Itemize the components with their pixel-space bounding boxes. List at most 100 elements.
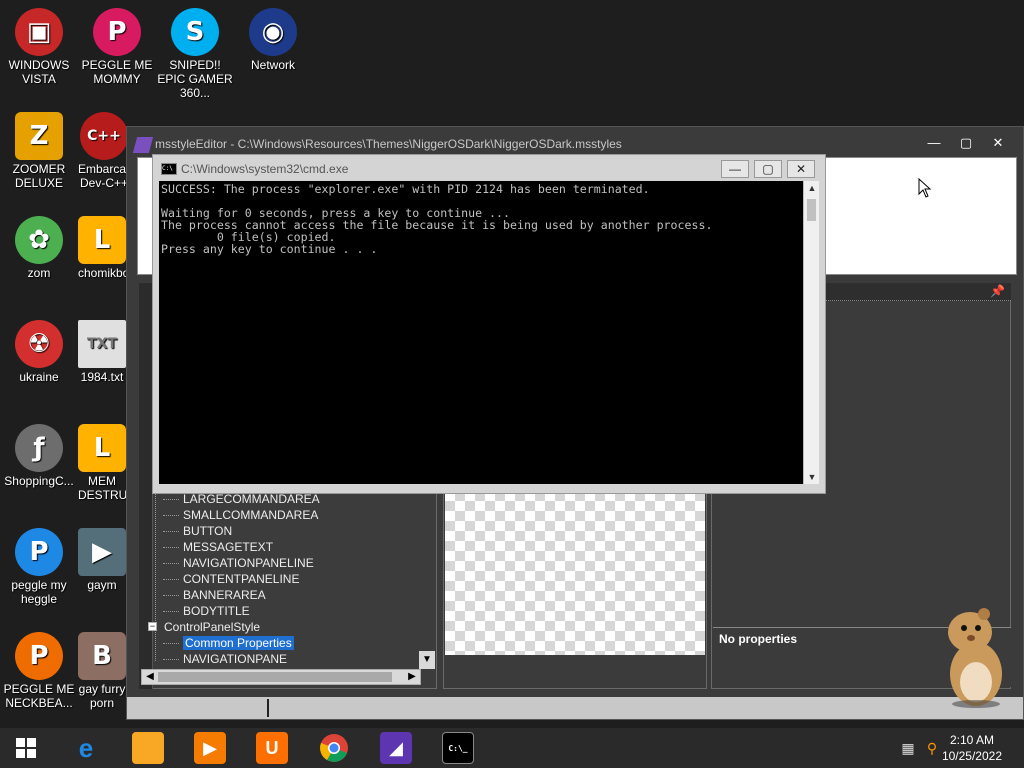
bear-icon: B xyxy=(78,632,126,680)
desktop-icon-1984-txt[interactable]: TXT 1984.txt xyxy=(78,320,126,384)
flash-icon: ƒ xyxy=(15,424,63,472)
desktop-icon-ukraine[interactable]: ☢ ukraine xyxy=(0,320,78,384)
image-preview xyxy=(445,491,705,655)
tree-item[interactable]: BUTTON xyxy=(143,523,423,539)
scroll-right-icon[interactable]: ▶ xyxy=(404,670,420,684)
desktop-icon-label: ShoppingC... xyxy=(4,474,74,488)
tree-scroll-down-icon[interactable]: ▼ xyxy=(419,651,435,669)
media-icon[interactable]: ▶ xyxy=(194,732,226,764)
desktop-icon-label: ukraine xyxy=(19,370,59,384)
desktop: ▣ WINDOWS VISTA Z ZOOMER DELUXE ✿ zom ☢ … xyxy=(0,0,1024,728)
peggle-icon: P xyxy=(93,8,141,56)
clock-date: 10/25/2022 xyxy=(941,749,1002,763)
desktop-icon-label: ZOOMER DELUXE xyxy=(12,162,66,190)
pin-icon[interactable]: 📌 xyxy=(990,284,1005,298)
desktop-icon-sniped[interactable]: S SNIPED!! EPIC GAMER 360... xyxy=(156,8,234,100)
desktop-icon-label: SNIPED!! EPIC GAMER 360... xyxy=(157,58,233,100)
minimize-button[interactable]: — xyxy=(919,133,949,153)
desktop-icon-label: WINDOWS VISTA xyxy=(8,58,70,86)
desktop-icon-label: peggle my heggle xyxy=(11,578,67,606)
cmd-titlebar[interactable]: C:\ C:\Windows\system32\cmd.exe — ▢ ✕ xyxy=(153,155,825,181)
msstyleeditor-icon xyxy=(132,137,154,153)
cmd-title: C:\Windows\system32\cmd.exe xyxy=(181,162,349,176)
tree-item[interactable]: NAVIGATIONPANE xyxy=(143,651,423,667)
scrollbar-thumb[interactable] xyxy=(158,672,392,682)
desktop-icon-peggle-my-heggle[interactable]: P peggle my heggle xyxy=(0,528,78,606)
cmd-minimize-button[interactable]: — xyxy=(721,160,749,178)
desktop-icon-gay-furry[interactable]: B gay furry porn xyxy=(78,632,126,710)
desktop-icon-zoomer-deluxe[interactable]: Z ZOOMER DELUXE xyxy=(0,112,78,190)
desktop-icon-network[interactable]: ◉ Network xyxy=(234,8,312,72)
cmd-icon[interactable]: C:\_ xyxy=(442,732,474,764)
tree-item-parent[interactable]: − ControlPanelStyle xyxy=(143,619,423,635)
maximize-button[interactable]: ▢ xyxy=(951,133,981,153)
zoomer-icon: Z xyxy=(15,112,63,160)
radiation-icon: ☢ xyxy=(15,320,63,368)
peggle-icon: P xyxy=(15,632,63,680)
skype-icon: S xyxy=(171,8,219,56)
desktop-icon-label: chomikbox xyxy=(78,266,126,280)
scrollbar-thumb[interactable] xyxy=(807,199,816,221)
window-title: msstyleEditor - C:\Windows\Resources\The… xyxy=(155,137,622,151)
vista-icon: ▣ xyxy=(15,8,63,56)
scroll-up-icon[interactable]: ▲ xyxy=(804,181,820,195)
tree-item[interactable]: SMALLCOMMANDAREA xyxy=(143,507,423,523)
collapse-icon[interactable]: − xyxy=(148,622,157,631)
chrome-icon[interactable] xyxy=(318,732,350,764)
scroll-down-icon[interactable]: ▼ xyxy=(804,470,820,484)
desktop-icon-label: Embarcadero Dev-C++ xyxy=(78,162,130,190)
text-file-icon: TXT xyxy=(78,320,126,368)
clock[interactable]: 2:10 AM 10/25/2022 xyxy=(942,732,1002,764)
tree-item[interactable]: BODYTITLE xyxy=(143,603,423,619)
desktop-icon-windows-vista[interactable]: ▣ WINDOWS VISTA xyxy=(0,8,78,86)
close-button[interactable]: ✕ xyxy=(983,133,1013,153)
ie-icon[interactable]: e xyxy=(70,732,102,764)
uc-icon[interactable]: U xyxy=(256,732,288,764)
tree-horizontal-scrollbar[interactable]: ◀ ▶ xyxy=(141,669,421,685)
no-properties-text: No properties xyxy=(719,632,798,646)
desktop-icon-label: gay furry porn xyxy=(78,682,126,710)
taskbar: e ▶ U ◢ C:\_ ▦ ⚲ 2:10 AM 10/25/2022 xyxy=(0,728,1024,768)
windows-logo-icon xyxy=(16,738,36,758)
tree-item[interactable]: NAVIGATIONPANELINE xyxy=(143,555,423,571)
gaym-icon: ▶ xyxy=(78,528,126,576)
chomik-icon: L xyxy=(78,216,126,264)
peggle-icon: P xyxy=(15,528,63,576)
plant-icon: ✿ xyxy=(15,216,63,264)
cmd-close-button[interactable]: ✕ xyxy=(787,160,815,178)
desktop-icon-zom[interactable]: ✿ zom xyxy=(0,216,78,280)
scroll-left-icon[interactable]: ◀ xyxy=(142,670,158,684)
tree-item[interactable]: BANNERAREA xyxy=(143,587,423,603)
console-output[interactable]: SUCCESS: The process "explorer.exe" with… xyxy=(159,181,803,484)
desktop-icon-chomikbox[interactable]: L chomikbox xyxy=(78,216,126,280)
desktop-icon-label: PEGGLE ME NECKBEA... xyxy=(3,682,75,710)
cmd-window[interactable]: C:\ C:\Windows\system32\cmd.exe — ▢ ✕ SU… xyxy=(152,154,826,494)
desktop-icon-label: zom xyxy=(27,266,51,280)
search-icon[interactable]: ⚲ xyxy=(924,740,940,756)
devcpp-icon: C++ xyxy=(80,112,128,160)
desktop-icon-devcpp[interactable]: C++ Embarcadero Dev-C++ xyxy=(78,112,130,190)
desktop-icon-gaym[interactable]: ▶ gaym xyxy=(78,528,126,592)
desktop-icon-label: Network xyxy=(250,58,295,72)
tree-item[interactable]: CONTENTPANELINE xyxy=(143,571,423,587)
folder-icon[interactable] xyxy=(132,732,164,764)
desktop-icon-label: PEGGLE ME MOMMY xyxy=(81,58,153,86)
chrome-logo xyxy=(320,734,348,762)
cmd-maximize-button[interactable]: ▢ xyxy=(754,160,782,178)
start-button[interactable] xyxy=(10,732,42,764)
desktop-icon-mem-destruct[interactable]: L MEM DESTRUCT xyxy=(78,424,126,502)
class-tree[interactable]: LARGECOMMANDAREA SMALLCOMMANDAREA BUTTON… xyxy=(143,491,423,667)
console-scrollbar[interactable]: ▲ ▼ xyxy=(803,181,819,484)
status-bar xyxy=(127,697,1023,719)
desktop-icon-label: gaym xyxy=(87,578,117,592)
desktop-icon-peggle-me-neckbeard[interactable]: P PEGGLE ME NECKBEA... xyxy=(0,632,78,710)
desktop-icon-shopping[interactable]: ƒ ShoppingC... xyxy=(0,424,78,488)
status-separator xyxy=(267,699,269,717)
network-tray-icon[interactable]: ▦ xyxy=(900,740,916,756)
mem-icon: L xyxy=(78,424,126,472)
tree-item-selected[interactable]: Common Properties xyxy=(143,635,423,651)
desktop-icon-peggle-me-mommy[interactable]: P PEGGLE ME MOMMY xyxy=(78,8,156,86)
desktop-icon-label: 1984.txt xyxy=(80,370,124,384)
tree-item[interactable]: MESSAGETEXT xyxy=(143,539,423,555)
msstyleeditor-icon[interactable]: ◢ xyxy=(380,732,412,764)
